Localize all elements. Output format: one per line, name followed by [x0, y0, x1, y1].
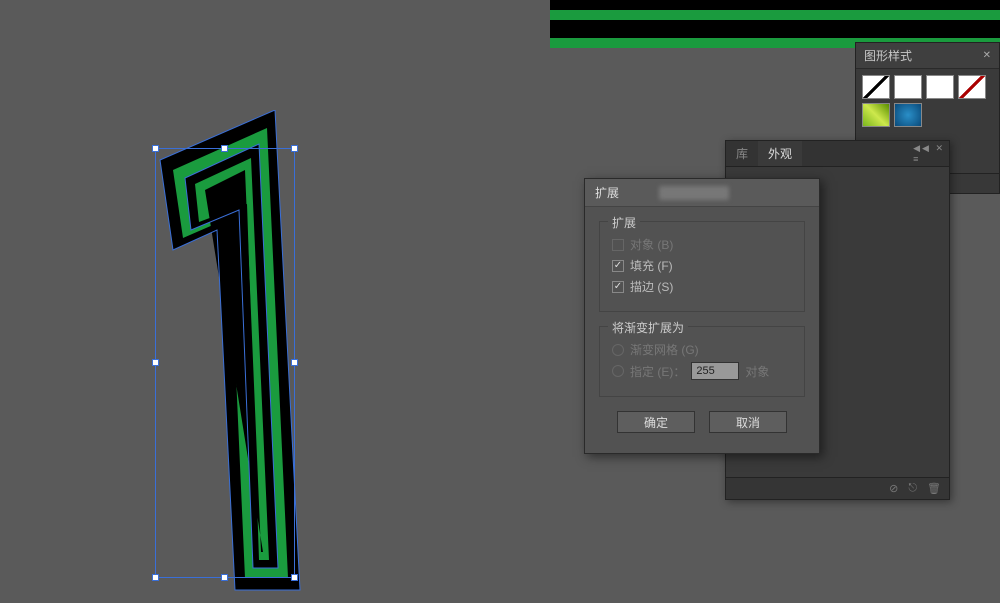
resize-handle[interactable]	[152, 145, 159, 152]
title-blur	[659, 186, 729, 200]
panel-menu-icon[interactable]: ◀◀ ✕≡	[913, 143, 945, 164]
ok-button[interactable]: 确定	[617, 411, 695, 433]
dialog-buttons: 确定 取消	[599, 411, 805, 439]
gradient-group: 将渐变扩展为 渐变网格 (G) 指定 (E)： 对象	[599, 326, 805, 397]
close-icon[interactable]: ✕	[983, 50, 991, 61]
top-stripes	[550, 0, 1000, 48]
checkbox-stroke[interactable]	[612, 281, 624, 293]
canvas-artwork[interactable]	[135, 110, 305, 590]
resize-handle[interactable]	[291, 359, 298, 366]
link-icon[interactable]: ⎋	[908, 482, 917, 495]
option-mesh: 渐变网格 (G)	[612, 341, 792, 358]
checkbox-object	[612, 239, 624, 251]
trash-icon[interactable]: 🗑	[927, 482, 941, 495]
option-stroke[interactable]: 描边 (S)	[612, 278, 792, 295]
expand-group: 扩展 对象 (B) 填充 (F) 描边 (S)	[599, 221, 805, 312]
appearance-footer: ⊘ ⎋ 🗑	[726, 477, 949, 499]
expand-dialog[interactable]: 扩展 扩展 对象 (B) 填充 (F) 描边 (S) 将渐变扩展为 渐变网格 (…	[584, 178, 820, 454]
stripe	[550, 10, 1000, 20]
radio-mesh	[612, 344, 624, 356]
no-symbol-icon[interactable]: ⊘	[889, 482, 898, 495]
resize-handle[interactable]	[221, 574, 228, 581]
specify-input[interactable]	[691, 362, 739, 380]
stripe	[550, 20, 1000, 38]
option-fill[interactable]: 填充 (F)	[612, 257, 792, 274]
tab-appearance[interactable]: 外观	[758, 141, 802, 166]
style-swatch[interactable]	[862, 103, 890, 127]
group-label: 扩展	[608, 214, 640, 231]
resize-handle[interactable]	[152, 359, 159, 366]
swatches-grid	[856, 69, 999, 133]
resize-handle[interactable]	[291, 145, 298, 152]
checkbox-fill[interactable]	[612, 260, 624, 272]
group-label: 将渐变扩展为	[608, 319, 688, 336]
stripe	[550, 0, 1000, 10]
resize-handle[interactable]	[291, 574, 298, 581]
selection-bbox[interactable]	[155, 148, 295, 578]
style-swatch[interactable]	[894, 103, 922, 127]
style-swatch-default[interactable]	[862, 75, 890, 99]
style-swatch[interactable]	[958, 75, 986, 99]
tab-library[interactable]: 库	[726, 141, 758, 166]
resize-handle[interactable]	[152, 574, 159, 581]
option-object: 对象 (B)	[612, 236, 792, 253]
style-swatch[interactable]	[894, 75, 922, 99]
cancel-button[interactable]: 取消	[709, 411, 787, 433]
panel-header[interactable]: 图形样式 ✕	[856, 43, 999, 69]
radio-specify	[612, 365, 624, 377]
style-swatch[interactable]	[926, 75, 954, 99]
option-specify: 指定 (E)： 对象	[612, 362, 792, 380]
resize-handle[interactable]	[221, 145, 228, 152]
dialog-title-text: 扩展	[595, 184, 619, 201]
panel-title: 图形样式	[864, 47, 912, 64]
dialog-titlebar[interactable]: 扩展	[585, 179, 819, 207]
